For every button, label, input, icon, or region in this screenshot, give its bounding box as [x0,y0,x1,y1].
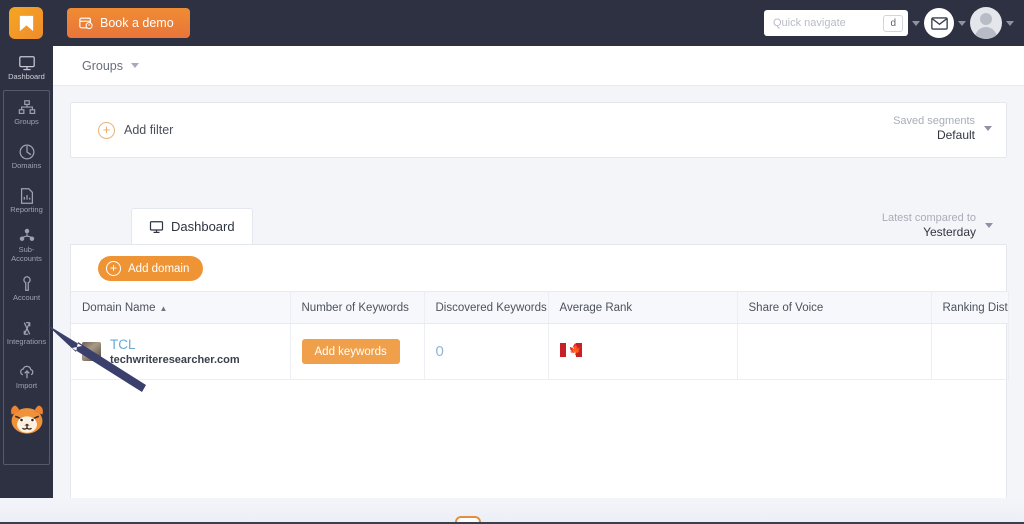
plus-circle-icon: + [106,261,121,276]
book-demo-label: Book a demo [100,16,174,30]
sidebar: Dashboard Groups Domains Reporting Sub- … [0,46,53,524]
saved-segments-label: Saved segments [893,115,975,127]
compare-label: Latest compared to [881,212,976,224]
globe-clock-icon [19,144,34,160]
add-keywords-button[interactable]: Add keywords [301,339,400,364]
quick-nav-chevron-down-icon[interactable] [912,20,920,26]
tiger-mascot-icon [10,405,43,434]
breadcrumb-chevron-down-icon[interactable] [131,63,139,68]
filter-card: + Add filter Saved segments Default [70,102,1007,158]
discovered-keywords-value: 0 [435,343,444,360]
compare-period-selector[interactable]: Latest compared to Yesterday [882,211,993,240]
cloud-upload-icon [19,366,33,379]
calendar-clock-icon [79,17,93,30]
page-content: Groups + Add filter Saved segments Defau… [53,46,1024,524]
quick-navigate-box[interactable]: d [764,10,908,36]
arrows-exchange-icon [23,322,30,336]
sidebar-label-reporting: Reporting [10,205,43,215]
cell-discovered-keywords: 0 [424,323,549,380]
sidebar-label-import: Import [15,381,38,391]
sidebar-item-reporting[interactable]: Reporting [4,179,49,223]
sidebar-label-sub-accounts: Sub- Accounts [11,245,42,263]
add-domain-button[interactable]: + Add domain [98,256,204,281]
breadcrumb-groups[interactable]: Groups [82,59,123,73]
column-header-average-rank[interactable]: Average Rank [548,291,738,324]
sidebar-item-account[interactable]: Account [4,267,49,311]
compare-chevron-down-icon[interactable] [985,223,993,228]
saved-segments-chevron-down-icon[interactable] [984,126,992,131]
column-header-share-of-voice[interactable]: Share of Voice [737,291,932,324]
search-input[interactable] [773,17,879,29]
sidebar-label-account: Account [12,293,41,303]
column-header-number-of-keywords[interactable]: Number of Keywords [290,291,425,324]
add-domain-label: Add domain [128,262,190,275]
sitemap-icon [18,100,35,115]
sort-asc-icon: ▲ [159,303,168,313]
cell-number-of-keywords: Add keywords [290,323,425,380]
monitor-icon [18,56,35,71]
add-filter-button[interactable]: + Add filter [98,121,174,139]
app-logo[interactable] [9,7,43,39]
tab-dashboard-label: Dashboard [171,219,235,234]
tab-dashboard[interactable]: Dashboard [131,208,253,244]
book-demo-button[interactable]: Book a demo [67,8,190,38]
cell-domain-name: TCL techwriteresearcher.com [71,323,291,380]
page-bottom-strip [0,498,1024,524]
sidebar-label-integrations: Integrations [6,337,47,347]
messages-button[interactable] [924,8,954,38]
envelope-icon [930,16,948,30]
top-bar-right: d [764,0,1014,46]
sidebar-menu-group: Groups Domains Reporting Sub- Accounts A… [3,90,50,465]
wrench-icon [22,276,31,292]
sidebar-label-groups: Groups [14,117,39,127]
sidebar-label-domains: Domains [11,161,42,171]
breadcrumb-bar: Groups [53,46,1024,86]
people-group-icon [19,228,34,241]
sidebar-item-groups[interactable]: Groups [4,91,49,135]
add-filter-label: Add filter [124,123,174,137]
table-header-row: Domain Name ▲ Number of Keywords Discover… [71,291,1009,324]
saved-segments-selector[interactable]: Saved segments Default [893,114,992,143]
saved-segments-value: Default [936,128,975,142]
domain-name-link[interactable]: TCL [110,337,240,353]
search-shortcut-key: d [883,14,903,32]
tab-row: Dashboard Latest compared to Yesterday [70,208,1007,244]
site-favicon-icon [82,342,101,361]
user-avatar[interactable] [970,7,1002,39]
sidebar-item-integrations[interactable]: Integrations [4,311,49,355]
tiger-mascot[interactable] [4,399,49,441]
sidebar-item-domains[interactable]: Domains [4,135,49,179]
avatar-chevron-down-icon[interactable] [1006,20,1014,26]
canada-flag-icon: 🍁 [559,343,582,357]
report-chart-icon [20,188,33,205]
cell-share-of-voice [737,323,932,380]
monitor-icon [149,220,164,233]
messages-chevron-down-icon[interactable] [958,20,966,26]
app-root: Book a demo d [0,0,1024,524]
sidebar-item-import[interactable]: Import [4,355,49,399]
column-header-domain-name[interactable]: Domain Name ▲ [71,291,291,324]
compare-value: Yesterday [923,225,976,239]
plus-circle-icon: + [98,121,115,139]
table-row: TCL techwriteresearcher.com Add keywords… [71,323,1009,380]
domain-url-text: techwriteresearcher.com [110,353,240,366]
top-bar: Book a demo d [0,0,1024,46]
column-header-ranking-distribution[interactable]: Ranking Distrib [931,291,1009,324]
domains-table: Domain Name ▲ Number of Keywords Discover… [71,291,1009,380]
dashboard-panel: + Add domain Domain Name ▲ Number of Keyw… [70,244,1009,524]
sidebar-item-dashboard[interactable]: Dashboard [0,46,53,90]
column-label-domain-name: Domain Name [82,301,156,314]
column-header-discovered-keywords[interactable]: Discovered Keywords [424,291,549,324]
sidebar-item-sub-accounts[interactable]: Sub- Accounts [4,223,49,267]
cell-average-rank: 🍁 [548,323,738,380]
cell-ranking-distribution [931,323,1009,380]
sidebar-label-dashboard: Dashboard [8,72,45,82]
flag-logo-icon [19,15,33,31]
